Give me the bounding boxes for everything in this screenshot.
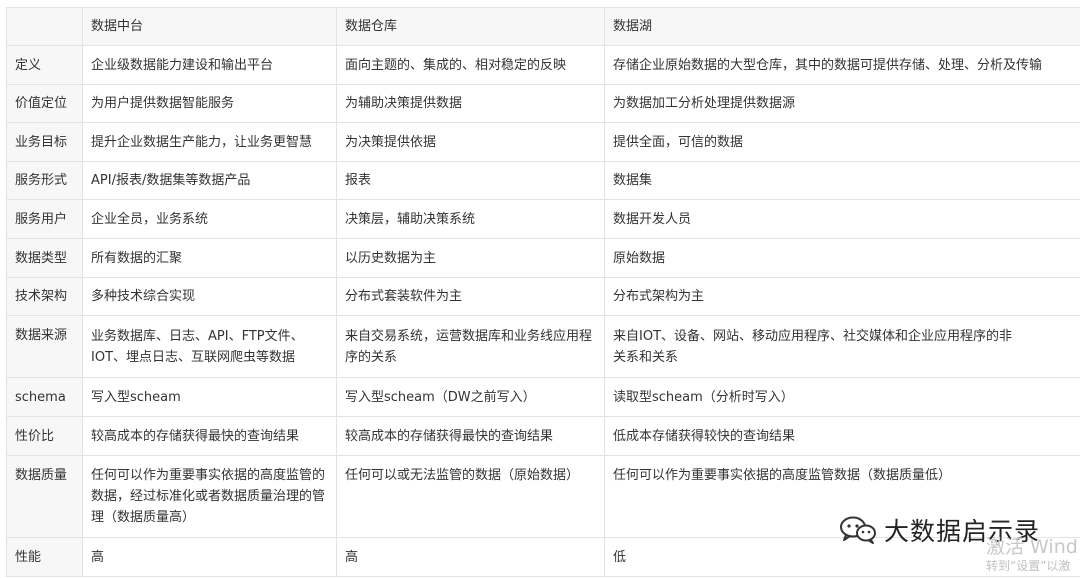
table-row: 价值定位 为用户提供数据智能服务 为辅助决策提供数据 为数据加工分析处理提供数据… — [6, 84, 1080, 123]
table-cell: 写入型scheam（DW之前写入） — [336, 377, 605, 417]
table-row: 业务目标 提升企业数据生产能力，让业务更智慧 为决策提供依据 提供全面，可信的数… — [6, 122, 1080, 162]
table-cell: 企业全员，业务系统 — [82, 199, 337, 239]
table-cell: 提升企业数据生产能力，让业务更智慧 — [82, 122, 337, 162]
row-label: 价值定位 — [6, 84, 83, 123]
row-label: 服务形式 — [6, 161, 83, 200]
row-label: 数据质量 — [6, 455, 83, 538]
table-cell: 任何可以或无法监管的数据（原始数据） — [336, 455, 605, 538]
table-cell: 数据集 — [604, 161, 1080, 200]
table-cell: API/报表/数据集等数据产品 — [82, 161, 337, 200]
row-label: 性价比 — [6, 416, 83, 456]
table-cell: 提供全面，可信的数据 — [604, 122, 1080, 162]
table-row: 数据来源 业务数据库、日志、API、FTP文件、IOT、埋点日志、互联网爬虫等数… — [6, 315, 1080, 378]
table-cell: 读取型scheam（分析时写入） — [604, 377, 1080, 417]
table-cell: 多种技术综合实现 — [82, 277, 337, 316]
header-cell-empty — [6, 7, 83, 46]
table-cell: 为决策提供依据 — [336, 122, 605, 162]
table-cell: 较高成本的存储获得最快的查询结果 — [82, 416, 337, 456]
table-row: 性价比 较高成本的存储获得最快的查询结果 较高成本的存储获得最快的查询结果 低成… — [6, 416, 1080, 456]
table-cell: 分布式架构为主 — [604, 277, 1080, 316]
table-row: 数据类型 所有数据的汇聚 以历史数据为主 原始数据 — [6, 238, 1080, 278]
table-cell: 所有数据的汇聚 — [82, 238, 337, 278]
table-cell: 高 — [82, 537, 337, 577]
table-cell: 存储企业原始数据的大型仓库，其中的数据可提供存储、处理、分析及传输 — [604, 45, 1080, 85]
table-row: 技术架构 多种技术综合实现 分布式套装软件为主 分布式架构为主 — [6, 277, 1080, 316]
row-label: 性能 — [6, 537, 83, 577]
table-cell: 数据开发人员 — [604, 199, 1080, 239]
table-cell: 来自IOT、设备、网站、移动应用程序、社交媒体和企业应用程序的非关系和关系 — [604, 315, 1080, 378]
header-cell-data-lake: 数据湖 — [604, 7, 1080, 46]
table-cell: 企业级数据能力建设和输出平台 — [82, 45, 337, 85]
table-cell: 业务数据库、日志、API、FTP文件、IOT、埋点日志、互联网爬虫等数据 — [82, 315, 337, 378]
row-label: 业务目标 — [6, 122, 83, 162]
table-cell: 面向主题的、集成的、相对稳定的反映 — [336, 45, 605, 85]
table-cell: 报表 — [336, 161, 605, 200]
row-label: 定义 — [6, 45, 83, 85]
table-cell: 分布式套装软件为主 — [336, 277, 605, 316]
table-cell: 高 — [336, 537, 605, 577]
table-row: schema 写入型scheam 写入型scheam（DW之前写入） 读取型sc… — [6, 377, 1080, 417]
header-cell-data-middle-platform: 数据中台 — [82, 7, 337, 46]
table-cell: 为数据加工分析处理提供数据源 — [604, 84, 1080, 123]
table-cell: 写入型scheam — [82, 377, 337, 417]
table-cell: 为辅助决策提供数据 — [336, 84, 605, 123]
table-cell: 较高成本的存储获得最快的查询结果 — [336, 416, 605, 456]
row-label: 数据来源 — [6, 315, 83, 378]
table-cell: 决策层，辅助决策系统 — [336, 199, 605, 239]
watermark-text: 大数据启示录 — [884, 517, 1041, 546]
table-row: 服务用户 企业全员，业务系统 决策层，辅助决策系统 数据开发人员 — [6, 199, 1080, 239]
table-cell: 任何可以作为重要事实依据的高度监管的数据，经过标准化或者数据质量治理的管理（数据… — [82, 455, 337, 538]
table-cell: 来自交易系统，运营数据库和业务线应用程序的关系 — [336, 315, 605, 378]
wechat-icon — [840, 516, 876, 544]
comparison-table: 数据中台 数据仓库 数据湖 定义 企业级数据能力建设和输出平台 面向主题的、集成… — [6, 7, 1080, 577]
table-header-row: 数据中台 数据仓库 数据湖 — [6, 7, 1080, 46]
table-cell: 为用户提供数据智能服务 — [82, 84, 337, 123]
table-row: 定义 企业级数据能力建设和输出平台 面向主题的、集成的、相对稳定的反映 存储企业… — [6, 45, 1080, 85]
table-cell: 以历史数据为主 — [336, 238, 605, 278]
row-label: 数据类型 — [6, 238, 83, 278]
table-cell: 原始数据 — [604, 238, 1080, 278]
row-label: schema — [6, 377, 83, 417]
row-label: 技术架构 — [6, 277, 83, 316]
row-label: 服务用户 — [6, 199, 83, 239]
table-row: 服务形式 API/报表/数据集等数据产品 报表 数据集 — [6, 161, 1080, 200]
header-cell-data-warehouse: 数据仓库 — [336, 7, 605, 46]
source-watermark: 大数据启示录 — [838, 512, 1040, 548]
table-cell: 低成本存储获得较快的查询结果 — [604, 416, 1080, 456]
